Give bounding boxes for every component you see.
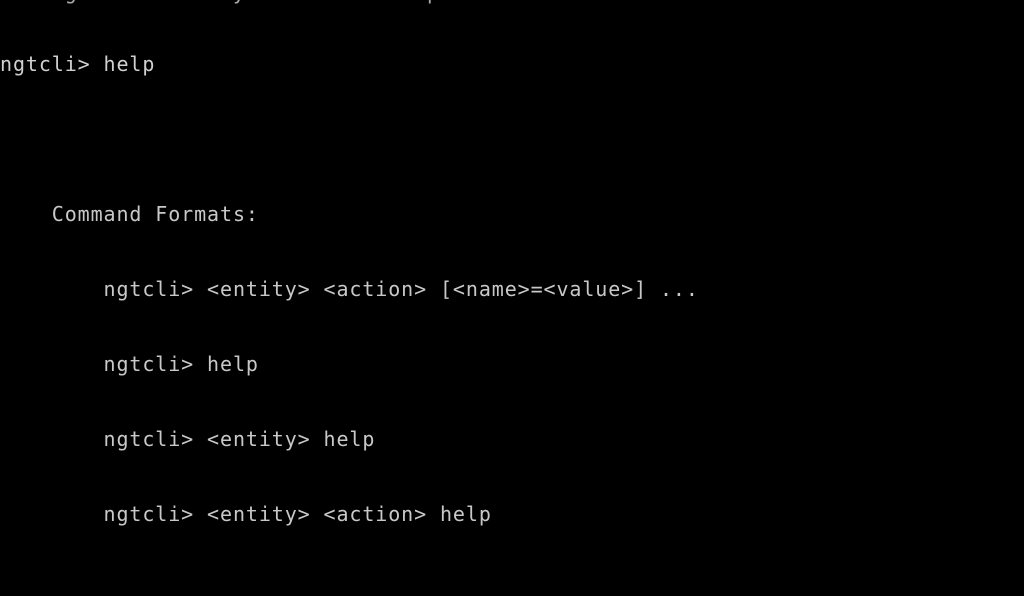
- command-format-item: ngtcli> <entity> <action> help: [0, 502, 492, 526]
- command-format-item: ngtcli> <entity> <action> [<name>=<value…: [0, 277, 699, 301]
- terminal-output: ngtcli> help Command Formats: ngtcli> <e…: [0, 2, 1024, 596]
- terminal-window[interactable]: ngtcli> <entity> <action> help ngtcli> h…: [0, 0, 1024, 596]
- heading-command-formats: Command Formats:: [0, 202, 259, 226]
- command-format-item: ngtcli> help: [0, 352, 259, 376]
- command-format-item: ngtcli> <entity> help: [0, 427, 376, 451]
- prompt-line-help[interactable]: ngtcli> help: [0, 52, 1024, 77]
